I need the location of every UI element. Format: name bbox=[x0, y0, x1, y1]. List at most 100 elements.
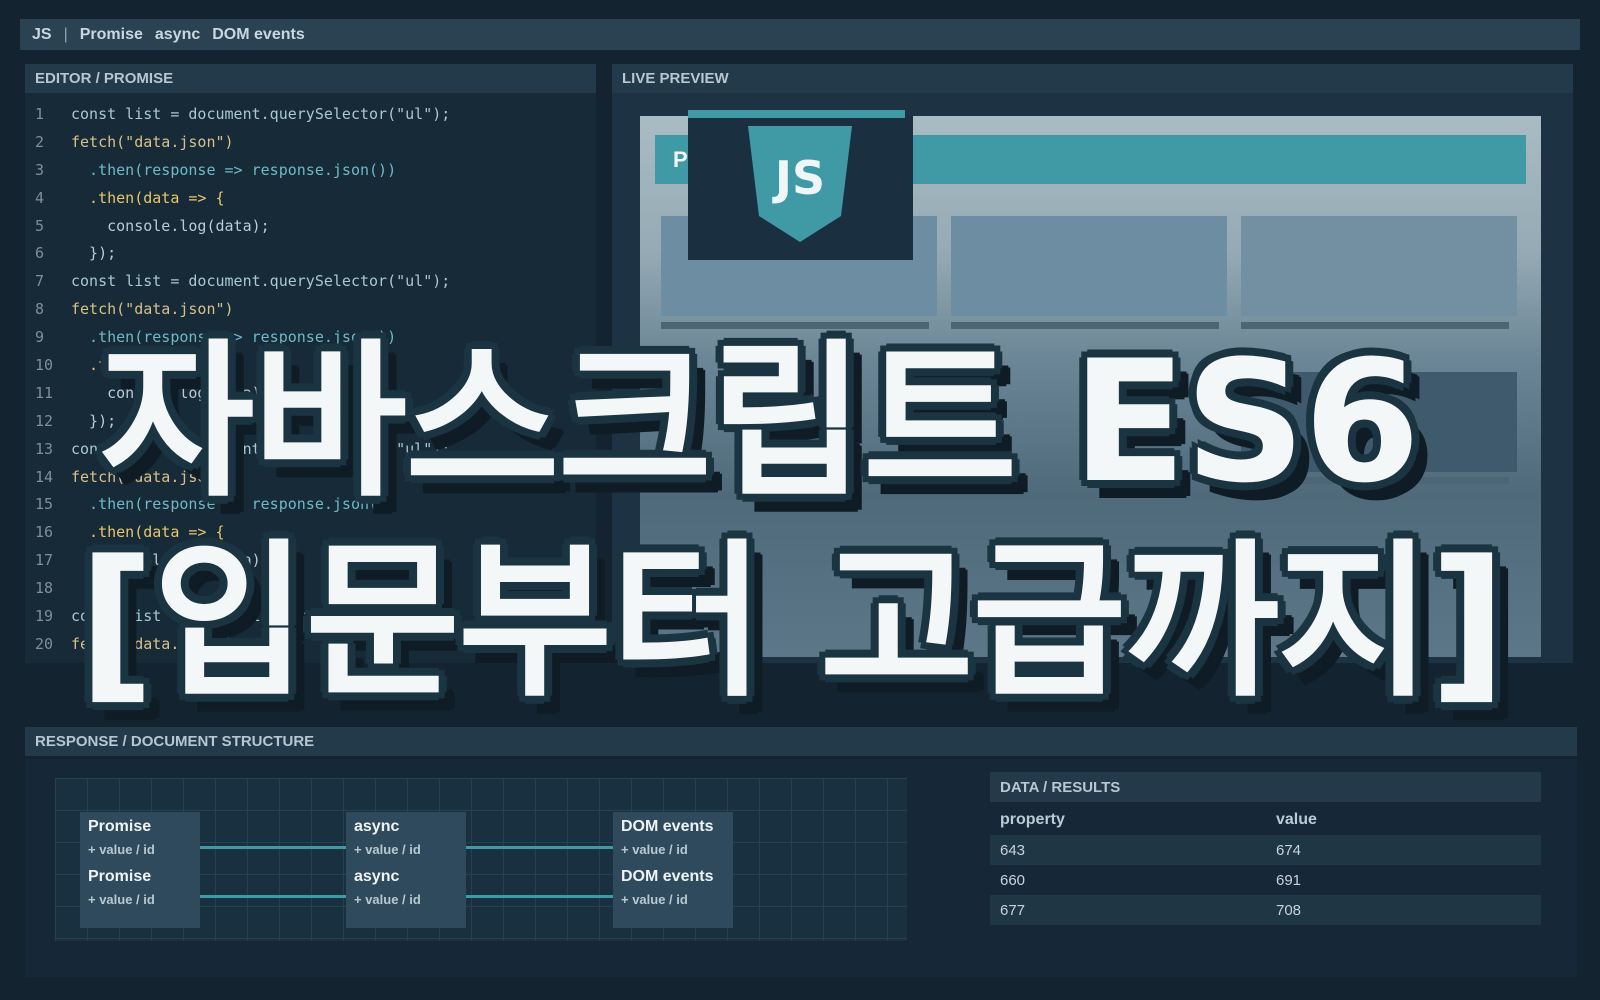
line-number: 8 bbox=[35, 300, 45, 319]
code-line[interactable]: 7 const list = document.querySelector("ul… bbox=[25, 267, 596, 295]
line-number: 13 bbox=[35, 439, 54, 458]
top-tab-bar: JS | Promise async DOM events bbox=[20, 19, 1580, 50]
js-badge-stripe bbox=[688, 110, 905, 118]
line-number: 20 bbox=[35, 634, 54, 653]
line-number: 17 bbox=[35, 551, 54, 570]
preview-card bbox=[951, 216, 1227, 316]
node-sub: + value / id bbox=[88, 842, 155, 857]
line-number: 4 bbox=[35, 188, 45, 207]
code-line[interactable]: 10 .then(data => { bbox=[25, 351, 596, 379]
code-line[interactable]: 11 console.log(data); bbox=[25, 379, 596, 407]
editor-header: EDITOR / PROMISE bbox=[25, 64, 596, 93]
node-promise[interactable]: Promise + value / id bbox=[80, 812, 200, 862]
line-number: 2 bbox=[35, 132, 45, 151]
code-line[interactable]: 4 .then(data => { bbox=[25, 184, 596, 212]
code-text: }); bbox=[71, 579, 117, 598]
preview-line bbox=[1241, 322, 1509, 329]
code-text: console.log(data); bbox=[71, 383, 270, 402]
code-text: console.log(data); bbox=[71, 551, 270, 570]
line-number: 19 bbox=[35, 606, 54, 625]
node-dom-events[interactable]: DOM events + value / id bbox=[613, 862, 733, 928]
results-header: DATA / RESULTS bbox=[990, 772, 1541, 802]
table-row[interactable]: 643 674 bbox=[990, 835, 1541, 865]
line-number: 14 bbox=[35, 467, 54, 486]
code-text: }); bbox=[71, 244, 117, 263]
tab-async[interactable]: async bbox=[155, 26, 200, 44]
node-async[interactable]: async + value / id bbox=[346, 862, 466, 928]
node-sub: + value / id bbox=[621, 842, 688, 857]
code-line[interactable]: 9 .then(response => response.json()) bbox=[25, 323, 596, 351]
tab-separator: | bbox=[63, 25, 68, 43]
node-async[interactable]: async + value / id bbox=[346, 812, 466, 862]
node-sub: + value / id bbox=[88, 892, 155, 907]
node-title: DOM events bbox=[621, 818, 714, 835]
bottom-header: RESPONSE / DOCUMENT STRUCTURE bbox=[25, 727, 1577, 756]
js-shield-icon: JS bbox=[748, 126, 852, 242]
line-number: 5 bbox=[35, 216, 45, 235]
code-line[interactable]: 16 .then(data => { bbox=[25, 518, 596, 546]
line-number: 3 bbox=[35, 160, 45, 179]
line-number: 12 bbox=[35, 411, 54, 430]
node-dom-events[interactable]: DOM events + value / id bbox=[613, 812, 733, 862]
line-number: 16 bbox=[35, 523, 54, 542]
code-text: fetch("data.json") bbox=[71, 634, 234, 653]
code-line[interactable]: 3 .then(response => response.json()) bbox=[25, 156, 596, 184]
node-promise[interactable]: Promise + value / id bbox=[80, 862, 200, 928]
cell-value: 691 bbox=[1276, 871, 1302, 889]
code-text: .then(data => { bbox=[71, 355, 225, 374]
node-title: DOM events bbox=[621, 868, 714, 885]
line-number: 15 bbox=[35, 495, 54, 514]
code-text: .then(data => { bbox=[71, 523, 225, 542]
code-editor[interactable]: 1 const list = document.querySelector("ul… bbox=[25, 93, 596, 663]
preview-line bbox=[661, 322, 929, 329]
preview-card bbox=[1241, 216, 1517, 316]
column-header-value: value bbox=[1276, 811, 1317, 828]
code-text: const list = document.querySelector("ul"… bbox=[71, 606, 451, 625]
results-column-headers: property value bbox=[990, 805, 1541, 835]
js-badge-text: JS bbox=[772, 151, 825, 205]
column-header-property: property bbox=[1000, 811, 1065, 828]
code-text: fetch("data.json") bbox=[71, 467, 234, 486]
preview-line bbox=[1241, 477, 1509, 484]
line-number: 10 bbox=[35, 355, 54, 374]
code-line[interactable]: 2 fetch("data.json") bbox=[25, 128, 596, 156]
line-number: 1 bbox=[35, 104, 45, 123]
code-text: .then(data => { bbox=[71, 188, 225, 207]
line-number: 9 bbox=[35, 328, 45, 347]
code-text: const list = document.querySelector("ul"… bbox=[71, 104, 451, 123]
line-number: 18 bbox=[35, 579, 54, 598]
code-line[interactable]: 14 fetch("data.json") bbox=[25, 463, 596, 491]
code-line[interactable]: 15 .then(response => response.json()) bbox=[25, 490, 596, 518]
node-title: Promise bbox=[88, 818, 152, 835]
code-text: fetch("data.json") bbox=[71, 300, 234, 319]
code-line[interactable]: 17 console.log(data); bbox=[25, 546, 596, 574]
code-line[interactable]: 13 const list = document.querySelector("u… bbox=[25, 435, 596, 463]
code-line[interactable]: 12 }); bbox=[25, 407, 596, 435]
code-lines: 1 const list = document.querySelector("ul… bbox=[25, 93, 596, 658]
node-title: Promise bbox=[88, 868, 152, 885]
code-text: console.log(data); bbox=[71, 216, 270, 235]
code-line[interactable]: 18 }); bbox=[25, 574, 596, 602]
code-line[interactable]: 6 }); bbox=[25, 239, 596, 267]
preview-header: LIVE PREVIEW bbox=[612, 64, 1573, 93]
tab-dom-events[interactable]: DOM events bbox=[212, 26, 304, 44]
code-line[interactable]: 1 const list = document.querySelector("ul… bbox=[25, 100, 596, 128]
code-line[interactable]: 19 const list = document.querySelector("u… bbox=[25, 602, 596, 630]
code-text: fetch("data.json") bbox=[71, 132, 234, 151]
code-text: .then(response => response.json()) bbox=[71, 328, 397, 347]
preview-line bbox=[951, 322, 1219, 329]
code-text: .then(response => response.json()) bbox=[71, 160, 397, 179]
node-title: async bbox=[354, 818, 400, 835]
cell-value: 708 bbox=[1276, 901, 1302, 919]
node-sub: + value / id bbox=[354, 892, 421, 907]
code-line[interactable]: 20 fetch("data.json") bbox=[25, 630, 596, 658]
tab-promise[interactable]: Promise bbox=[80, 26, 143, 44]
table-row[interactable]: 660 691 bbox=[990, 865, 1541, 895]
results-table: property value 643 674 660 691 677 708 bbox=[990, 805, 1541, 925]
code-text: }); bbox=[71, 411, 117, 430]
code-line[interactable]: 8 fetch("data.json") bbox=[25, 295, 596, 323]
code-line[interactable]: 5 console.log(data); bbox=[25, 212, 596, 240]
cell-property: 677 bbox=[1000, 901, 1026, 919]
code-text: .then(response => response.json()) bbox=[71, 495, 397, 514]
table-row[interactable]: 677 708 bbox=[990, 895, 1541, 925]
